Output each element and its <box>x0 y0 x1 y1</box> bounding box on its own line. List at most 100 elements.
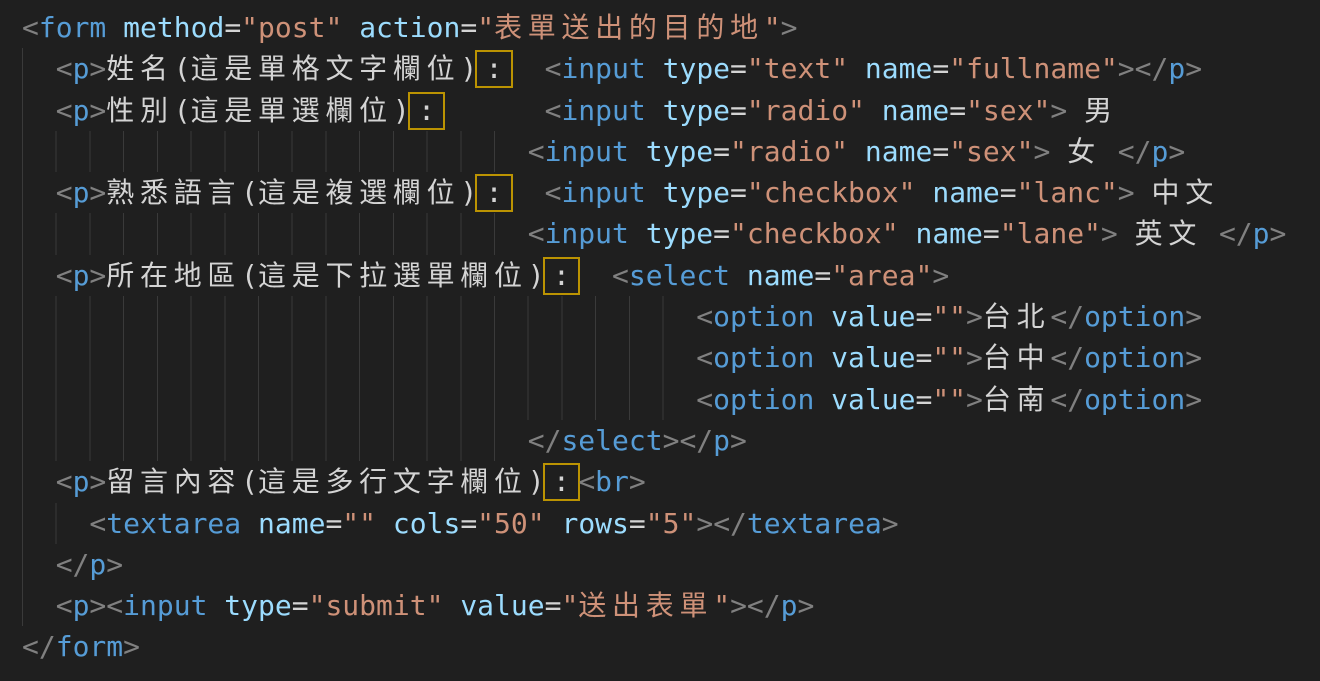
code-token: cols <box>393 507 460 540</box>
code-token: name <box>747 259 814 292</box>
unicode-highlight-colon: : <box>545 259 579 293</box>
code-token: type <box>646 217 713 250</box>
code-token: ) <box>460 176 477 209</box>
code-token: 英文 <box>1135 217 1202 250</box>
code-token: ) <box>528 465 545 498</box>
indent-guides <box>22 379 696 420</box>
code-token: ></ <box>663 424 714 457</box>
code-token: < <box>578 465 595 498</box>
code-token <box>511 176 545 209</box>
code-line[interactable]: </select></p> <box>22 420 1320 461</box>
code-token: 這是單選欄位 <box>191 94 393 127</box>
code-token: > <box>123 630 140 663</box>
code-token: > <box>106 548 123 581</box>
code-token <box>629 217 646 250</box>
code-token: 留言內容 <box>106 465 241 498</box>
code-line[interactable]: <p>熟悉語言(這是複選欄位): <input type="checkbox" … <box>22 172 1320 213</box>
code-token: textarea <box>106 507 241 540</box>
unicode-highlight-colon: : <box>545 465 579 499</box>
code-token: form <box>39 11 106 44</box>
code-token: "5" <box>646 507 697 540</box>
code-token: < <box>696 300 713 333</box>
code-token: > <box>89 94 106 127</box>
code-line[interactable]: <form method="post" action="表單送出的目的地"> <box>22 7 1320 48</box>
code-line[interactable]: <p>所在地區(這是下拉選單欄位): <select name="area"> <box>22 255 1320 296</box>
code-token <box>241 507 258 540</box>
indent-guides <box>22 420 528 461</box>
code-token: action <box>359 11 460 44</box>
code-token: "50" <box>477 507 544 540</box>
code-token <box>1101 135 1118 168</box>
code-token: 這是複選欄位 <box>258 176 460 209</box>
code-token: > <box>781 11 798 44</box>
code-token: option <box>713 383 814 416</box>
code-token: > <box>1101 217 1118 250</box>
code-token: select <box>629 259 730 292</box>
code-token <box>899 217 916 250</box>
code-token: type <box>663 94 730 127</box>
code-token: option <box>1084 341 1185 374</box>
code-line[interactable]: <option value="">台北</option> <box>22 296 1320 337</box>
code-token: name <box>932 176 999 209</box>
code-token: = <box>224 11 241 44</box>
code-token: ) <box>528 259 545 292</box>
code-token: 台北 <box>983 300 1050 333</box>
code-line[interactable]: <p>性別(這是單選欄位): <input type="radio" name=… <box>22 90 1320 131</box>
code-token: br <box>595 465 629 498</box>
code-token: > <box>1185 383 1202 416</box>
code-token: > <box>1185 341 1202 374</box>
indent-guides <box>22 255 56 296</box>
code-token: > <box>932 259 949 292</box>
code-token: "radio" <box>747 94 865 127</box>
code-token: </ <box>1050 300 1084 333</box>
code-token <box>915 176 932 209</box>
code-token: ) <box>460 52 477 85</box>
code-line[interactable]: <textarea name="" cols="50" rows="5"></t… <box>22 503 1320 544</box>
code-token: > <box>798 589 815 622</box>
indent-guides <box>22 544 56 585</box>
code-line[interactable]: <p><input type="submit" value="送出表單"></p… <box>22 585 1320 626</box>
code-token <box>814 300 831 333</box>
code-line[interactable]: <p>留言內容(這是多行文字欄位):<br> <box>22 461 1320 502</box>
indent-guides <box>22 585 56 626</box>
code-line[interactable]: <p>姓名(這是單格文字欄位): <input type="text" name… <box>22 48 1320 89</box>
code-token: option <box>713 300 814 333</box>
code-token: "" <box>932 341 966 374</box>
code-token: "" <box>342 507 376 540</box>
code-token: = <box>292 589 309 622</box>
code-token <box>106 11 123 44</box>
code-token: "fullname" <box>949 52 1118 85</box>
code-line[interactable]: </form> <box>22 626 1320 667</box>
code-token: "text" <box>747 52 848 85</box>
code-token: type <box>663 52 730 85</box>
code-token: option <box>1084 383 1185 416</box>
code-line[interactable]: <input type="radio" name="sex"> 女 </p> <box>22 131 1320 172</box>
indent-guides <box>22 461 56 502</box>
code-token: option <box>713 341 814 374</box>
code-token: "sex" <box>949 135 1033 168</box>
code-token: < <box>528 135 545 168</box>
code-token: </ <box>56 548 90 581</box>
code-token: > <box>1270 217 1287 250</box>
code-line[interactable]: <input type="checkbox" name="lane"> 英文 <… <box>22 213 1320 254</box>
code-token: > <box>882 507 899 540</box>
code-token: 台中 <box>983 341 1050 374</box>
code-token: textarea <box>747 507 882 540</box>
code-token: p <box>73 465 90 498</box>
code-token: > <box>966 300 983 333</box>
code-token: </ <box>22 630 56 663</box>
unicode-highlight-colon: : <box>410 94 444 128</box>
code-line[interactable]: <option value="">台中</option> <box>22 337 1320 378</box>
code-token: type <box>224 589 291 622</box>
code-token <box>443 589 460 622</box>
code-token: </ <box>1050 383 1084 416</box>
code-token: > <box>1050 94 1067 127</box>
code-line[interactable]: </p> <box>22 544 1320 585</box>
code-token <box>511 52 545 85</box>
code-token: p <box>73 176 90 209</box>
code-token: 女 <box>1067 135 1101 168</box>
code-token: < <box>56 52 73 85</box>
code-line[interactable]: <option value="">台南</option> <box>22 379 1320 420</box>
unicode-highlight-colon: : <box>477 176 511 210</box>
code-editor[interactable]: <form method="post" action="表單送出的目的地"><p… <box>0 0 1320 681</box>
